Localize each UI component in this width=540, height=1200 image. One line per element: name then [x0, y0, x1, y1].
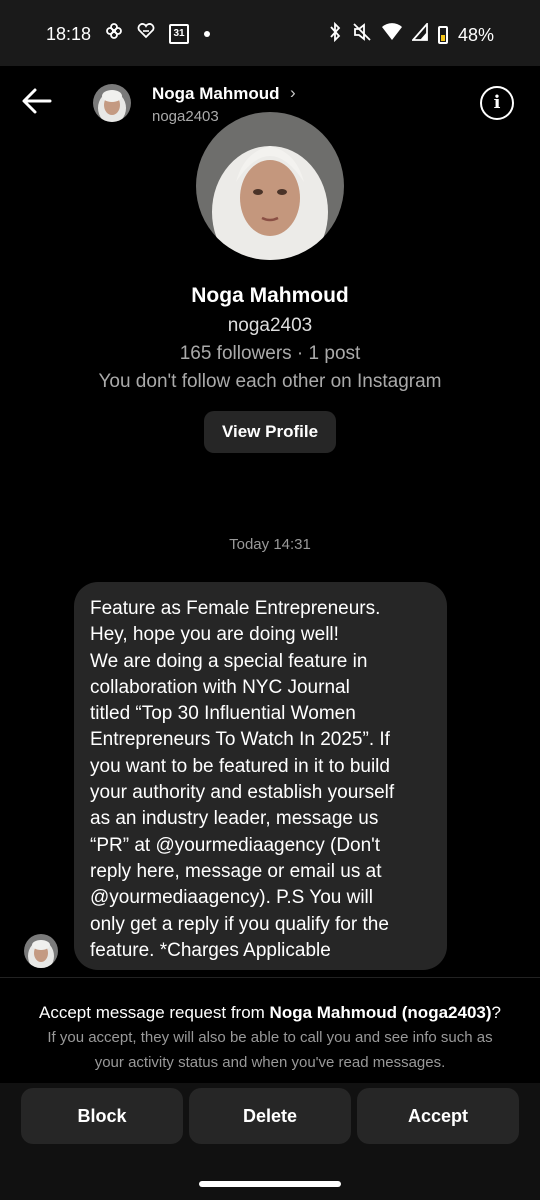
message-line: reply here, message or email us at	[90, 860, 382, 882]
message-line: “PR” at @yourmediaagency (Don't	[90, 834, 381, 856]
profile-username: noga2403	[227, 315, 313, 336]
message-line: @yourmediaagency). P.S You will	[90, 887, 373, 909]
message-line: Entrepreneurs To Watch In 2025”. If	[90, 729, 390, 751]
accept-button[interactable]: Accept	[357, 1088, 519, 1144]
back-arrow-icon[interactable]	[20, 84, 54, 118]
profile-avatar[interactable]	[196, 112, 344, 260]
signal-icon	[410, 21, 428, 47]
status-right: 48%	[328, 21, 494, 48]
wifi-icon	[381, 23, 402, 47]
message-bubble[interactable]: Feature as Female Entrepreneurs. Hey, ho…	[74, 582, 447, 970]
view-profile-button[interactable]: View Profile	[204, 411, 336, 453]
sender-avatar[interactable]	[24, 934, 58, 968]
bluetooth-icon	[328, 21, 342, 48]
calendar-icon: 31	[169, 24, 190, 44]
header-avatar[interactable]	[93, 84, 131, 122]
battery-percent: 48%	[457, 24, 494, 45]
info-icon[interactable]: i	[480, 86, 514, 120]
message-line: you want to be featured in it to build	[90, 755, 390, 777]
request-title-suffix: ?	[491, 1003, 501, 1022]
message-line: your authority and establish yourself	[90, 782, 395, 804]
request-title: Accept message request from Noga Mahmoud…	[0, 1003, 540, 1023]
message-line: Hey, hope you are doing well!	[90, 624, 339, 646]
message-line: Feature as Female Entrepreneurs.	[90, 598, 381, 619]
mute-icon	[352, 22, 372, 48]
divider	[0, 977, 540, 978]
request-description: If you accept, they will also be able to…	[47, 1029, 493, 1046]
battery-icon	[437, 26, 448, 44]
message-line: titled “Top 30 Influential Women	[90, 703, 356, 725]
profile-stats: 165 followers · 1 post	[179, 343, 361, 364]
block-button[interactable]: Block	[21, 1088, 183, 1144]
profile-name: Noga Mahmoud	[191, 284, 349, 307]
status-left: 18:18 31	[46, 22, 211, 46]
message-line: We are doing a special feature in	[90, 650, 368, 672]
heart-icon	[137, 23, 155, 45]
request-description: your activity status and when you've rea…	[94, 1054, 446, 1071]
header-username: noga2403	[152, 108, 219, 125]
delete-button[interactable]: Delete	[189, 1088, 351, 1144]
message-line: as an industry leader, message us	[90, 808, 379, 830]
status-time: 18:18	[46, 23, 92, 44]
header-name[interactable]: Noga Mahmoud	[152, 84, 280, 104]
request-title-prefix: Accept message request from	[39, 1003, 270, 1022]
request-title-name: Noga Mahmoud (noga2403)	[269, 1003, 492, 1022]
message-line: only get a reply if you qualify for the	[90, 913, 389, 935]
status-bar: 18:18 31 48%	[0, 0, 540, 66]
chevron-right-icon[interactable]: ›	[290, 83, 296, 103]
follow-status: You don't follow each other on Instagram	[98, 371, 442, 392]
dot-icon	[203, 24, 211, 44]
message-line: collaboration with NYC Journal	[90, 676, 350, 698]
message-timestamp: Today 14:31	[229, 536, 311, 553]
home-indicator[interactable]	[199, 1181, 341, 1187]
pinwheel-icon	[105, 22, 123, 46]
message-line: feature. *Charges Applicable	[90, 939, 331, 961]
